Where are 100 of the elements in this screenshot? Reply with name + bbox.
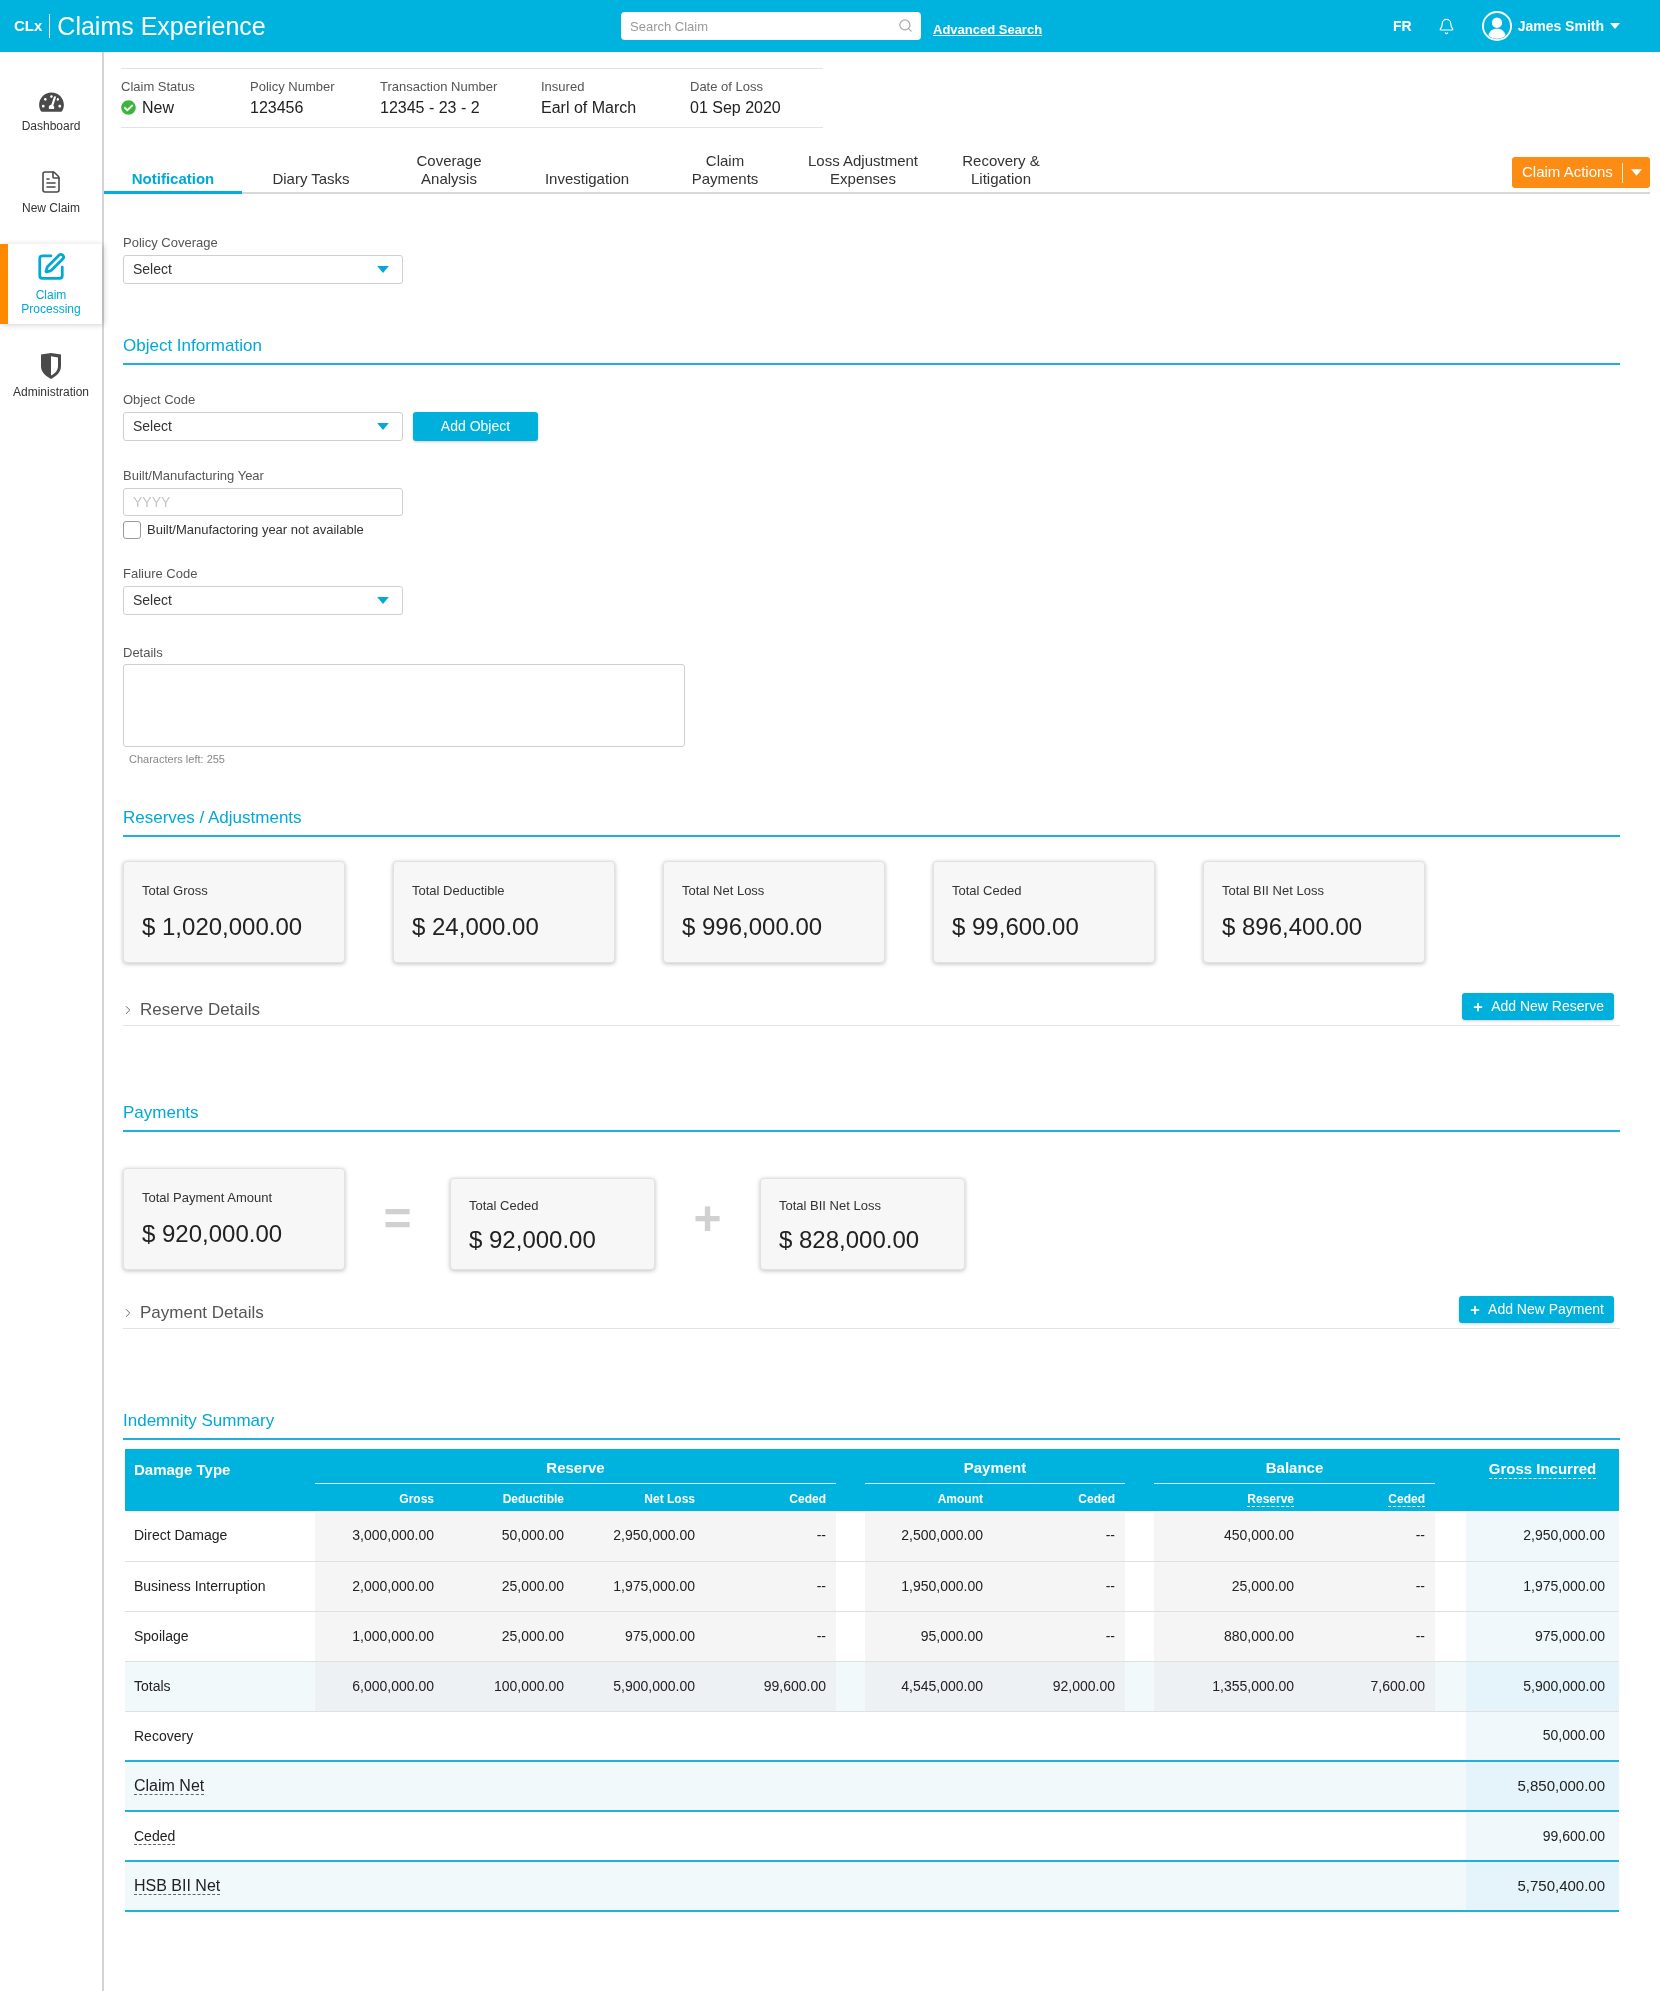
search-icon[interactable] — [898, 18, 913, 33]
table-cell: 6,000,000.00 — [315, 1661, 444, 1711]
field-label: Insured — [541, 78, 585, 95]
details-textarea[interactable] — [123, 664, 685, 747]
table-cell: 5,900,000.00 — [1466, 1661, 1620, 1711]
row-label: Claim Net — [134, 1777, 205, 1795]
card-label: Total Payment Amount — [142, 1190, 273, 1206]
sidebar-item[interactable]: New Claim — [0, 164, 102, 220]
operator-symbol: = — [383, 1195, 412, 1243]
column-header: Ceded — [1388, 1491, 1426, 1507]
sidebar-item[interactable]: Dashboard — [0, 84, 102, 140]
column-group-header: Balance — [1154, 1459, 1436, 1484]
row-label: HSB BII Net — [134, 1877, 221, 1895]
table-cell — [836, 1661, 865, 1711]
table-cell: 25,000.00 — [444, 1611, 574, 1661]
tab[interactable]: Investigation — [518, 170, 656, 194]
table-cell: 1,000,000.00 — [315, 1611, 444, 1661]
card-amount: $ 896,400.00 — [1222, 913, 1363, 941]
table-cell: 25,000.00 — [1154, 1561, 1304, 1611]
table-cell: 25,000.00 — [444, 1561, 574, 1611]
table-cell: 95,000.00 — [865, 1611, 993, 1661]
row-label: Ceded — [134, 1828, 176, 1845]
section-heading: Payments — [123, 1103, 199, 1123]
field-label: Policy Coverage — [123, 235, 218, 251]
table-cell: -- — [705, 1511, 836, 1561]
table-cell: -- — [1304, 1611, 1436, 1661]
table-cell — [1435, 1661, 1467, 1711]
table-cell: 2,000,000.00 — [315, 1561, 444, 1611]
details-toggle[interactable]: Payment Details — [121, 1303, 264, 1323]
column-header: Amount — [937, 1491, 983, 1506]
card-label: Total Net Loss — [682, 883, 765, 899]
table-cell: 3,000,000.00 — [315, 1511, 444, 1561]
caret-down-icon — [377, 597, 389, 604]
row-label: Recovery — [134, 1727, 194, 1744]
section-heading: Indemnity Summary — [123, 1411, 275, 1431]
character-counter: Characters left: 255 — [129, 753, 225, 765]
card-amount: $ 828,000.00 — [779, 1226, 920, 1254]
search-field[interactable]: Search Claim — [621, 12, 921, 40]
table-cell: -- — [993, 1511, 1125, 1561]
table-cell: 4,545,000.00 — [865, 1661, 993, 1711]
select-field[interactable]: Select — [123, 412, 403, 441]
card-label: Total Ceded — [952, 883, 1022, 899]
user-avatar-icon[interactable] — [1481, 11, 1512, 41]
table-cell: 450,000.00 — [1154, 1511, 1304, 1561]
year-input[interactable]: YYYY — [123, 488, 403, 516]
table-cell: 99,600.00 — [705, 1661, 836, 1711]
column-group-header: Payment — [865, 1459, 1125, 1484]
bell-icon[interactable] — [1437, 17, 1455, 35]
card-amount: $ 92,000.00 — [469, 1226, 596, 1254]
table-cell: 99,600.00 — [1466, 1811, 1620, 1861]
table-cell: 100,000.00 — [444, 1661, 574, 1711]
caret-down-icon[interactable] — [1610, 23, 1620, 29]
table-cell: -- — [705, 1611, 836, 1661]
card-label: Total Gross — [142, 883, 208, 899]
table-cell: 880,000.00 — [1154, 1611, 1304, 1661]
tab[interactable]: Loss Adjustment Expenses — [794, 152, 932, 194]
details-toggle[interactable]: Reserve Details — [121, 1000, 260, 1020]
field-label: Built/Manufacturing Year — [123, 468, 264, 484]
table-cell: Totals — [125, 1661, 315, 1711]
caret-down-icon — [377, 266, 389, 273]
column-group-header: Reserve — [315, 1459, 836, 1484]
table-cell: 975,000.00 — [574, 1611, 705, 1661]
select-field[interactable]: Select — [123, 586, 403, 615]
column-header: Deductible — [502, 1491, 564, 1506]
field-value: 123456 — [250, 97, 304, 118]
caret-down-icon — [1631, 169, 1642, 176]
field-label: Faliure Code — [123, 566, 198, 582]
table-cell: Business Interruption — [125, 1561, 315, 1611]
tab[interactable]: Recovery & Litigation — [932, 152, 1070, 194]
table-cell: -- — [1304, 1511, 1436, 1561]
field-value: 01 Sep 2020 — [690, 97, 781, 118]
edit-icon — [36, 252, 66, 282]
card-label: Total Ceded — [469, 1198, 539, 1214]
table-cell: Spoilage — [125, 1611, 315, 1661]
field-value: 12345 - 23 - 2 — [380, 97, 480, 118]
document-icon — [39, 169, 63, 195]
tab[interactable]: Claim Payments — [656, 152, 794, 194]
sidebar-item[interactable]: Administration — [0, 348, 102, 404]
field-label: Claim Status — [121, 78, 195, 95]
table-cell: 1,950,000.00 — [865, 1561, 993, 1611]
column-header: Net Loss — [644, 1491, 695, 1506]
table-cell: 5,850,000.00 — [1466, 1761, 1620, 1811]
operator-symbol: + — [693, 1195, 722, 1243]
table-cell: 975,000.00 — [1466, 1611, 1620, 1661]
table-cell: 92,000.00 — [993, 1661, 1125, 1711]
checkbox[interactable] — [123, 521, 141, 539]
tab[interactable]: Diary Tasks — [242, 170, 380, 194]
table-cell: 2,500,000.00 — [865, 1511, 993, 1561]
select-field[interactable]: Select — [123, 255, 403, 284]
field-value: New — [142, 97, 174, 118]
table-cell: 1,975,000.00 — [574, 1561, 705, 1611]
table-cell: 5,900,000.00 — [574, 1661, 705, 1711]
shield-icon — [40, 353, 62, 379]
card-amount: $ 1,020,000.00 — [142, 913, 303, 941]
column-header: Gross Incurred — [1488, 1460, 1597, 1479]
column-header: Ceded — [789, 1491, 826, 1506]
table-cell: 1,975,000.00 — [1466, 1561, 1620, 1611]
table-cell: 5,750,400.00 — [1466, 1861, 1620, 1911]
card-amount: $ 996,000.00 — [682, 913, 823, 941]
tab[interactable]: Coverage Analysis — [380, 152, 518, 194]
